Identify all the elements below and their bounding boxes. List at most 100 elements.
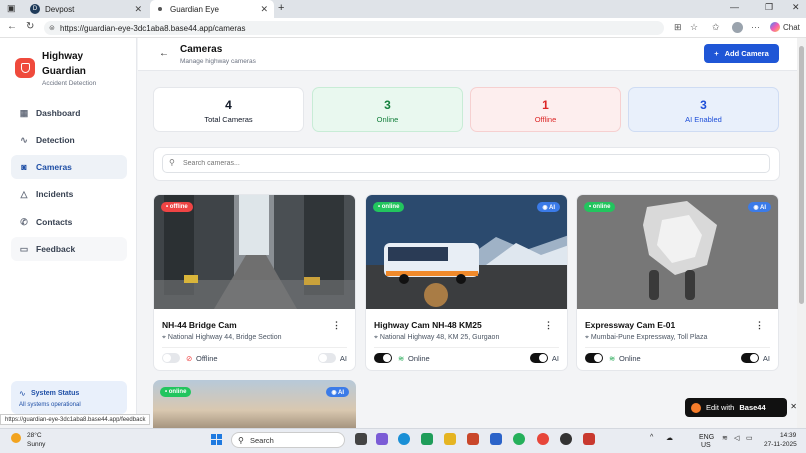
close-window-icon[interactable]: ✕ [792, 2, 800, 13]
search-input[interactable] [162, 154, 770, 173]
wifi-off-icon: ⊘ [186, 354, 193, 363]
sidebar-item-label: Incidents [36, 189, 74, 199]
taskbar-search[interactable]: ⚲ Search [231, 432, 345, 448]
camera-card[interactable]: • online ◉ AI [153, 380, 356, 430]
camera-name: Expressway Cam E-01 [585, 320, 676, 330]
divider [374, 347, 559, 348]
more-options-icon[interactable]: ⋮ [332, 320, 341, 331]
cloud-icon[interactable]: ☁ [666, 434, 673, 442]
search-icon: ⚲ [169, 158, 175, 167]
profile-avatar[interactable] [732, 22, 743, 33]
camera-feed-image-road-damage [577, 195, 778, 309]
close-tab-icon[interactable]: ✕ [260, 4, 268, 15]
weather-sun-icon[interactable] [11, 433, 21, 443]
tab-guardian-eye[interactable]: Guardian Eye ✕ [150, 0, 274, 18]
favorite-star-icon[interactable]: ☆ [690, 22, 698, 33]
tab-devpost[interactable]: D Devpost ✕ [22, 0, 148, 18]
wifi-icon[interactable]: ≋ [722, 434, 728, 442]
file-explorer-icon[interactable] [444, 433, 456, 445]
camera-name: Highway Cam NH-48 KM25 [374, 320, 482, 330]
ai-toggle[interactable] [318, 353, 336, 363]
scrollbar[interactable] [797, 38, 806, 428]
edit-with-base44-button[interactable]: Edit with Base44 ✕ [685, 398, 797, 417]
new-tab-button[interactable]: + [278, 2, 284, 14]
camera-card[interactable]: • online ◉ AI Expressway Cam E-01 ⌖ Mumb… [576, 194, 779, 371]
site-info-icon[interactable]: ⊜ [49, 24, 55, 32]
status-text: Online [619, 354, 641, 363]
add-camera-label: Add Camera [724, 49, 769, 58]
maximize-icon[interactable]: ❐ [765, 2, 773, 13]
chrome-icon[interactable] [537, 433, 549, 445]
divider [162, 347, 347, 348]
sidebar-item-incidents[interactable]: △ Incidents [11, 182, 127, 206]
word-icon[interactable] [490, 433, 502, 445]
sidebar-item-detection[interactable]: ∿ Detection [11, 128, 127, 152]
refresh-icon[interactable]: ↻ [26, 21, 34, 32]
system-status-text: All systems operational [19, 402, 81, 408]
copilot-app-icon[interactable] [376, 433, 388, 445]
minimize-icon[interactable]: — [730, 2, 739, 12]
battery-icon[interactable]: ▭ [746, 434, 753, 442]
brand-subtitle: Accident Detection [42, 80, 97, 87]
copilot-icon [770, 22, 780, 32]
sidebar-item-label: Cameras [36, 162, 72, 172]
address-bar-row: ← ↻ ⊜ https://guardian-eye-3dc1aba8.base… [0, 18, 806, 38]
more-menu-icon[interactable]: ··· [751, 22, 760, 32]
favorites-icon[interactable]: ✩ [712, 22, 720, 33]
phone-icon: ✆ [20, 216, 28, 227]
edge-browser-icon[interactable] [398, 433, 410, 445]
camera-feed-image-bus [366, 195, 567, 309]
chatgpt-icon[interactable] [560, 433, 572, 445]
camera-location: ⌖ National Highway 44, Bridge Section [162, 334, 282, 342]
wifi-icon: ≋ [609, 354, 616, 363]
back-icon[interactable]: ← [7, 21, 17, 32]
sidebar-item-contacts[interactable]: ✆ Contacts [11, 210, 127, 234]
sidebar-item-dashboard[interactable]: ▦ Dashboard [11, 101, 127, 125]
activity-icon: ∿ [20, 134, 28, 145]
pycharm-icon[interactable] [421, 433, 433, 445]
tab-actions-icon[interactable]: ▣ [7, 3, 16, 14]
stat-card: 1 Offline [470, 87, 621, 132]
sidebar-item-feedback[interactable]: ▭ Feedback [11, 237, 127, 261]
sidebar-item-cameras[interactable]: ◙ Cameras [11, 155, 127, 179]
url-field[interactable]: ⊜ https://guardian-eye-3dc1aba8.base44.a… [44, 21, 664, 35]
status-badge: • offline [161, 202, 193, 212]
status-badge: • online [160, 387, 192, 397]
ai-label: AI [762, 354, 770, 363]
ai-toggle[interactable] [530, 353, 548, 363]
close-tab-icon[interactable]: ✕ [134, 4, 142, 15]
page-subtitle: Manage highway cameras [180, 58, 256, 65]
ai-toggle[interactable] [741, 353, 759, 363]
language-indicator[interactable]: ENG [699, 434, 714, 441]
ai-label: AI [551, 354, 559, 363]
scrollbar-thumb[interactable] [799, 46, 804, 304]
task-view-icon[interactable] [355, 433, 367, 445]
search-icon: ⚲ [238, 436, 244, 445]
close-icon[interactable]: ✕ [790, 402, 797, 411]
stat-value: 3 [700, 98, 707, 112]
status-toggle[interactable] [585, 353, 603, 363]
ai-badge: ◉ AI [748, 202, 771, 212]
app-available-icon[interactable]: ⊞ [674, 22, 682, 33]
camera-card[interactable]: • offline NH-44 Bridge Cam ⌖ National Hi… [153, 194, 356, 371]
clock-time[interactable]: 14:39 [780, 432, 796, 439]
stat-card: 3 Online [312, 87, 463, 132]
camera-card[interactable]: • online ◉ AI Highway Cam NH-48 KM25 ⌖ N… [365, 194, 568, 371]
more-options-icon[interactable]: ⋮ [755, 320, 764, 331]
stat-value: 4 [225, 98, 232, 112]
windows-start-icon[interactable] [211, 434, 222, 445]
whatsapp-icon[interactable] [513, 433, 525, 445]
loading-dot-icon [158, 7, 162, 11]
snipping-tool-icon[interactable] [583, 433, 595, 445]
camera-feed-image-city [154, 195, 355, 309]
clock-date[interactable]: 27-11-2025 [764, 441, 797, 448]
powerpoint-icon[interactable] [467, 433, 479, 445]
show-hidden-icons-icon[interactable]: ^ [650, 434, 653, 441]
back-arrow-icon[interactable]: ← [159, 48, 169, 59]
status-toggle[interactable] [162, 353, 180, 363]
add-camera-button[interactable]: + Add Camera [704, 44, 779, 63]
volume-icon[interactable]: ◁ [734, 434, 739, 442]
more-options-icon[interactable]: ⋮ [544, 320, 553, 331]
status-toggle[interactable] [374, 353, 392, 363]
copilot-chat-button[interactable]: Chat [770, 22, 800, 32]
